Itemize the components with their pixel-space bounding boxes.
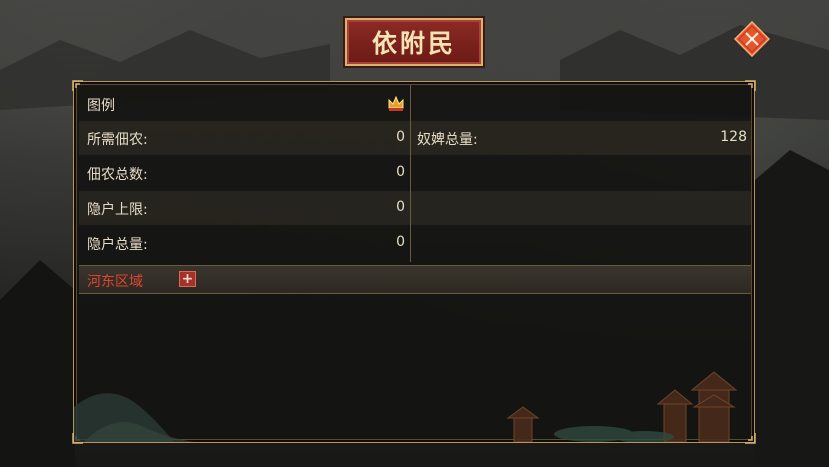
crown-icon[interactable] (387, 94, 405, 112)
stat-label: 佃农总数: (87, 167, 148, 183)
plus-icon: + (181, 271, 194, 287)
region-label: 河东区域 (87, 274, 143, 290)
stat-value: 0 (396, 129, 405, 145)
stat-label: 奴婢总量: (417, 132, 478, 148)
stat-value: 0 (396, 199, 405, 215)
page-title: 依附民 (371, 29, 456, 58)
legend-row: 图例 (79, 87, 751, 121)
stat-row: 佃农总数: 0 (79, 156, 751, 190)
close-icon (733, 20, 771, 58)
expand-region-button[interactable]: + (179, 271, 196, 287)
region-header[interactable]: 河东区域 + (79, 265, 751, 294)
column-divider (410, 85, 411, 262)
stat-value: 0 (396, 234, 405, 250)
stat-value: 0 (396, 164, 405, 180)
landscape-decoration (74, 371, 738, 442)
stat-value: 128 (720, 129, 747, 145)
stat-label: 隐户总量: (87, 237, 148, 253)
stat-label: 隐户上限: (87, 202, 148, 218)
close-button[interactable] (733, 20, 771, 58)
stat-row: 所需佃农: 0 奴婢总量: 128 (79, 121, 751, 155)
stats-panel: 图例 所需佃农: 0 奴婢总量: 128 佃农总数: 0 隐户上限: 0 隐户总… (72, 80, 756, 444)
title-plate: 依附民 (345, 18, 483, 66)
stat-row: 隐户总量: 0 (79, 226, 751, 260)
stat-label: 所需佃农: (87, 132, 148, 148)
stat-row: 隐户上限: 0 (79, 191, 751, 225)
legend-label: 图例 (87, 98, 115, 114)
